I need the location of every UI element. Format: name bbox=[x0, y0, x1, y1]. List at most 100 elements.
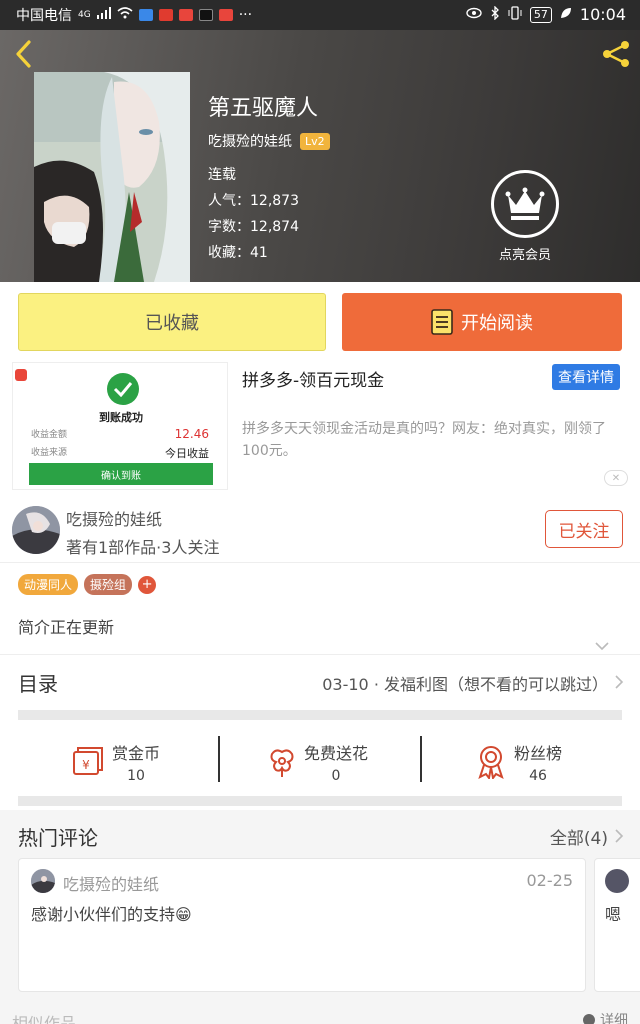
divider bbox=[420, 736, 422, 782]
section-separator bbox=[18, 710, 622, 720]
tiktok-icon bbox=[198, 9, 213, 21]
stats-row: ¥ 赏金币 10 免费送花 0 粉丝榜 46 bbox=[18, 728, 622, 796]
share-icon bbox=[603, 41, 629, 67]
author-name[interactable]: 吃摄殓的娃纸 bbox=[208, 131, 292, 151]
ad-corner-icon bbox=[15, 369, 27, 381]
ad-amount-row: 收益金额 12.46 bbox=[31, 427, 209, 441]
checkmark-icon bbox=[107, 373, 139, 405]
app-notification-icon bbox=[158, 9, 173, 21]
details-link[interactable]: 详细 bbox=[582, 1010, 628, 1024]
reward-coins-value: 10 bbox=[127, 768, 145, 784]
table-of-contents-row[interactable]: 目录 03-10 · 发福利图（想不看的可以跳过） bbox=[0, 654, 640, 710]
free-flowers-label: 免费送花 bbox=[304, 744, 369, 763]
leaf-icon bbox=[560, 7, 572, 23]
cover-illustration bbox=[34, 72, 190, 282]
ad-description: 拼多多天天领现金活动是真的吗？网友：绝对真实，刚领了100元。 bbox=[242, 421, 606, 459]
book-header: 第五驱魔人 吃摄殓的娃纸 Lv2 连载 人气：12,873 字数：12,874 … bbox=[0, 30, 640, 282]
hot-comments-header: 热门评论 全部(4) bbox=[0, 810, 640, 856]
status-bar: 中国电信 4G ··· 57 10:04 bbox=[0, 0, 640, 30]
back-button[interactable] bbox=[6, 36, 42, 72]
signal-icon bbox=[96, 7, 111, 23]
more-notifications-icon: ··· bbox=[238, 7, 253, 23]
serial-status: 连载 bbox=[208, 167, 236, 183]
author-line: 吃摄殓的娃纸 Lv2 bbox=[208, 131, 330, 151]
ad-amount-value: 12.46 bbox=[174, 427, 209, 441]
ad-close-button[interactable]: ✕ bbox=[604, 470, 628, 486]
fan-ranking-label: 粉丝榜 bbox=[514, 744, 563, 763]
ad-source-value: 今日收益 bbox=[165, 447, 209, 460]
author-avatar[interactable] bbox=[12, 506, 60, 554]
similar-works-label: 相似作品 bbox=[12, 1014, 77, 1024]
toc-latest-chapter: 03-10 · 发福利图（想不看的可以跳过） bbox=[322, 675, 608, 694]
clock: 10:04 bbox=[579, 5, 626, 24]
ad-image[interactable]: 到账成功 收益金额 12.46 收益来源 今日收益 确认到账 bbox=[12, 362, 228, 490]
tag-anime-fanfic[interactable]: 动漫同人 bbox=[18, 574, 79, 595]
ad-amount-label: 收益金额 bbox=[31, 430, 68, 440]
add-tag-button[interactable]: + bbox=[138, 575, 157, 594]
toc-label: 目录 bbox=[18, 672, 58, 696]
ad-banner[interactable]: 到账成功 收益金额 12.46 收益来源 今日收益 确认到账 拼多多-领百元现金… bbox=[0, 358, 640, 494]
comment-date: 02-25 bbox=[526, 871, 574, 890]
reward-envelope-icon: ¥ bbox=[73, 747, 103, 775]
start-reading-button[interactable]: 开始阅读 bbox=[342, 293, 622, 351]
chevron-right-icon bbox=[615, 829, 624, 843]
medal-icon bbox=[478, 746, 504, 779]
reward-coins-label: 赏金币 bbox=[112, 744, 161, 763]
comment-text: 嗯 bbox=[605, 905, 622, 924]
chevron-right-icon bbox=[615, 675, 624, 689]
divider bbox=[0, 562, 640, 563]
svg-text:¥: ¥ bbox=[82, 758, 90, 772]
eye-icon bbox=[466, 7, 482, 23]
book-title: 第五驱魔人 bbox=[208, 96, 319, 121]
book-icon bbox=[431, 309, 453, 335]
action-bar: 已收藏 开始阅读 bbox=[0, 282, 640, 358]
ad-source-row: 收益来源 今日收益 bbox=[31, 445, 209, 461]
expand-intro-button[interactable] bbox=[594, 636, 610, 655]
chevron-down-icon bbox=[595, 642, 609, 651]
all-comments-link[interactable]: 全部(4) bbox=[550, 824, 608, 849]
commenter-avatar[interactable] bbox=[31, 869, 55, 893]
vip-ring bbox=[491, 170, 559, 238]
comment-card[interactable]: 嗯 bbox=[594, 858, 640, 992]
details-label: 详细 bbox=[600, 1013, 628, 1024]
book-intro: 简介正在更新 bbox=[18, 618, 115, 637]
popularity-count: 人气：12,873 bbox=[208, 193, 299, 209]
author-section: 吃摄殓的娃纸 著有1部作品·3人关注 已关注 动漫同人 摄殓组 + 简介正在更新… bbox=[0, 494, 640, 824]
free-flowers-stat[interactable]: 免费送花 0 bbox=[268, 728, 368, 796]
reward-coins-stat[interactable]: ¥ 赏金币 10 bbox=[72, 728, 160, 796]
vibrate-icon bbox=[508, 5, 522, 24]
carrier-label: 中国电信 bbox=[16, 8, 72, 24]
similar-works-header: 相似作品 详细 bbox=[0, 1000, 640, 1024]
divider bbox=[218, 736, 220, 782]
author-card-name[interactable]: 吃摄殓的娃纸 bbox=[66, 506, 162, 530]
followed-button[interactable]: 已关注 bbox=[545, 510, 623, 548]
share-button[interactable] bbox=[598, 36, 634, 72]
commenter-avatar[interactable] bbox=[605, 869, 629, 893]
tag-group[interactable]: 摄殓组 bbox=[84, 574, 133, 595]
ad-title[interactable]: 拼多多-领百元现金 bbox=[242, 366, 384, 391]
flower-icon bbox=[270, 749, 294, 777]
app-notification-icon bbox=[138, 9, 153, 21]
vip-button[interactable]: 点亮会员 bbox=[488, 170, 562, 263]
free-flowers-value: 0 bbox=[331, 768, 341, 784]
battery-indicator: 57 bbox=[529, 6, 552, 23]
ad-detail-button[interactable]: 查看详情 bbox=[552, 364, 620, 390]
favorited-button[interactable]: 已收藏 bbox=[18, 293, 326, 351]
ad-success-text: 到账成功 bbox=[99, 411, 143, 424]
book-cover[interactable] bbox=[34, 72, 190, 282]
chevron-left-icon bbox=[16, 40, 31, 68]
comment-text: 感谢小伙伴们的支持😁 bbox=[31, 905, 192, 924]
start-reading-label: 开始阅读 bbox=[461, 313, 533, 334]
word-count: 字数：12,874 bbox=[208, 219, 299, 235]
favorites-count: 收藏：41 bbox=[208, 245, 268, 261]
bluetooth-icon bbox=[490, 4, 500, 24]
fan-ranking-value: 46 bbox=[529, 768, 547, 784]
level-badge: Lv2 bbox=[300, 132, 330, 150]
app-notification-icon bbox=[178, 9, 193, 21]
ad-confirm-button: 确认到账 bbox=[29, 463, 213, 485]
author-summary: 著有1部作品·3人关注 bbox=[66, 538, 220, 557]
network-label: 4G bbox=[78, 10, 91, 20]
comment-card[interactable]: 吃摄殓的娃纸 02-25 感谢小伙伴们的支持😁 bbox=[18, 858, 586, 992]
fan-ranking-stat[interactable]: 粉丝榜 46 bbox=[476, 728, 562, 796]
commenter-name: 吃摄殓的娃纸 bbox=[63, 875, 160, 894]
